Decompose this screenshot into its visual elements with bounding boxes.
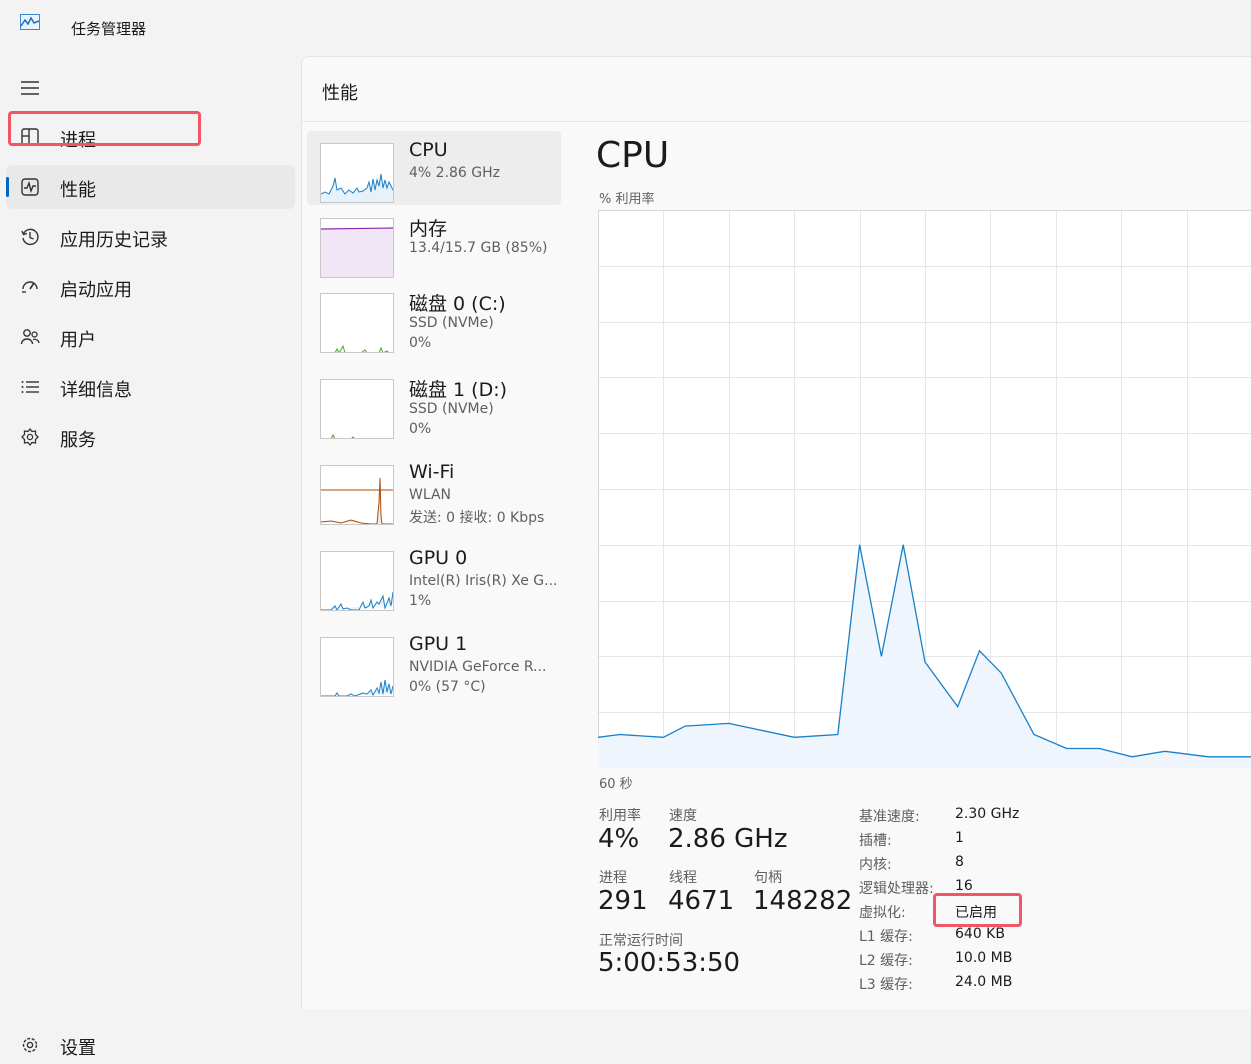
device-item-memory[interactable]: 内存 13.4/15.7 GB (85%)	[307, 206, 561, 280]
cpu-thumbnail-graph	[320, 143, 394, 203]
device-detail: SSD (NVMe)	[409, 315, 494, 331]
utilization-label: 利用率	[599, 805, 641, 825]
active-indicator	[6, 177, 9, 197]
device-detail: Intel(R) Iris(R) Xe G...	[409, 573, 558, 589]
spec-value-l3-cache: 24.0 MB	[955, 974, 1012, 990]
memory-thumbnail-graph	[320, 218, 394, 278]
detail-title: CPU	[596, 135, 669, 176]
nav-item-details[interactable]: 详细信息	[6, 365, 295, 409]
threads-value: 4671	[668, 886, 734, 916]
settings-label: 设置	[60, 1034, 96, 1060]
device-detail-secondary: 发送: 0 接收: 0 Kbps	[409, 507, 544, 527]
device-item-disk-1[interactable]: 磁盘 1 (D:) SSD (NVMe) 0%	[307, 367, 561, 441]
gear-icon	[20, 1035, 40, 1055]
title-bar: 任务管理器	[0, 0, 1251, 56]
device-detail: 13.4/15.7 GB (85%)	[409, 240, 547, 256]
device-name: GPU 1	[409, 633, 467, 655]
nav-label: 服务	[60, 426, 96, 452]
spec-value-logical-processors: 16	[955, 878, 973, 894]
navigation-pane: 进程 性能 应用历史记录 启动应用 用户	[0, 56, 300, 1009]
startup-icon	[20, 277, 40, 297]
device-detail: WLAN	[409, 487, 451, 503]
device-name: Wi-Fi	[409, 461, 454, 483]
disk-1-thumbnail-graph	[320, 379, 394, 439]
nav-item-performance[interactable]: 性能	[6, 165, 295, 209]
nav-item-app-history[interactable]: 应用历史记录	[6, 215, 295, 259]
spec-key-l3-cache: L3 缓存:	[859, 974, 913, 994]
device-detail: NVIDIA GeForce R...	[409, 659, 546, 675]
nav-item-services[interactable]: 服务	[6, 415, 295, 459]
page-title: 性能	[322, 79, 358, 105]
gpu-1-thumbnail-graph	[320, 637, 394, 697]
device-detail-secondary: 0%	[409, 421, 431, 437]
spec-key-virtualization: 虚拟化:	[859, 902, 906, 922]
device-item-gpu-0[interactable]: GPU 0 Intel(R) Iris(R) Xe G... 1%	[307, 539, 561, 613]
disk-0-thumbnail-graph	[320, 293, 394, 353]
uptime-value: 5:00:53:50	[598, 948, 740, 978]
device-item-cpu[interactable]: CPU 4% 2.86 GHz	[307, 131, 561, 205]
hamburger-menu-icon[interactable]	[18, 76, 42, 100]
device-item-gpu-1[interactable]: GPU 1 NVIDIA GeForce R... 0% (57 °C)	[307, 625, 561, 699]
device-name: 内存	[409, 214, 447, 241]
header-divider	[302, 121, 1251, 122]
annotation-highlight-virtualization	[933, 893, 1022, 927]
gpu-0-thumbnail-graph	[320, 551, 394, 611]
nav-label: 应用历史记录	[60, 226, 168, 252]
nav-item-settings[interactable]: 设置	[6, 1026, 295, 1064]
device-detail-secondary: 0%	[409, 335, 431, 351]
speed-value: 2.86 GHz	[668, 824, 788, 854]
wifi-thumbnail-graph	[320, 465, 394, 525]
graph-axis-label: % 利用率	[599, 188, 655, 207]
threads-label: 线程	[669, 867, 697, 887]
spec-key-l2-cache: L2 缓存:	[859, 950, 913, 970]
device-detail: SSD (NVMe)	[409, 401, 494, 417]
device-detail-secondary: 1%	[409, 593, 431, 609]
processes-value: 291	[598, 886, 648, 916]
nav-label: 详细信息	[60, 376, 132, 402]
nav-item-startup-apps[interactable]: 启动应用	[6, 265, 295, 309]
device-detail-secondary: 0% (57 °C)	[409, 679, 486, 695]
app-title: 任务管理器	[71, 18, 146, 39]
users-icon	[20, 327, 40, 347]
device-item-disk-0[interactable]: 磁盘 0 (C:) SSD (NVMe) 0%	[307, 281, 561, 355]
nav-item-users[interactable]: 用户	[6, 315, 295, 359]
nav-label: 性能	[60, 176, 96, 202]
device-name: 磁盘 1 (D:)	[409, 375, 507, 402]
cpu-utilization-graph	[598, 210, 1251, 768]
performance-icon	[20, 177, 40, 197]
device-name: 磁盘 0 (C:)	[409, 289, 506, 316]
device-detail: 4% 2.86 GHz	[409, 165, 500, 181]
task-manager-app-icon	[20, 14, 40, 30]
annotation-highlight-performance	[8, 111, 201, 146]
handles-label: 句柄	[754, 867, 782, 887]
device-item-wifi[interactable]: Wi-Fi WLAN 发送: 0 接收: 0 Kbps	[307, 453, 561, 527]
spec-key-sockets: 插槽:	[859, 830, 892, 850]
spec-value-sockets: 1	[955, 830, 964, 846]
nav-label: 启动应用	[60, 276, 132, 302]
spec-key-cores: 内核:	[859, 854, 892, 874]
spec-key-l1-cache: L1 缓存:	[859, 926, 913, 946]
device-name: GPU 0	[409, 547, 467, 569]
handles-value: 148282	[753, 886, 852, 916]
processes-label: 进程	[599, 867, 627, 887]
graph-time-span-label: 60 秒	[599, 773, 633, 792]
spec-key-base-speed: 基准速度:	[859, 806, 920, 826]
history-icon	[20, 227, 40, 247]
device-name: CPU	[409, 139, 448, 161]
spec-value-l1-cache: 640 KB	[955, 926, 1005, 942]
spec-key-logical-processors: 逻辑处理器:	[859, 878, 934, 898]
spec-value-base-speed: 2.30 GHz	[955, 806, 1019, 822]
content-pane: 性能 CPU 4% 2.86 GHz 内存 13.4/15.7 GB (85%)	[301, 56, 1251, 1009]
services-icon	[20, 427, 40, 447]
spec-value-cores: 8	[955, 854, 964, 870]
utilization-value: 4%	[598, 824, 639, 854]
uptime-label: 正常运行时间	[599, 930, 683, 950]
speed-label: 速度	[669, 805, 697, 825]
details-icon	[20, 377, 40, 397]
spec-value-l2-cache: 10.0 MB	[955, 950, 1012, 966]
nav-label: 用户	[60, 326, 96, 352]
